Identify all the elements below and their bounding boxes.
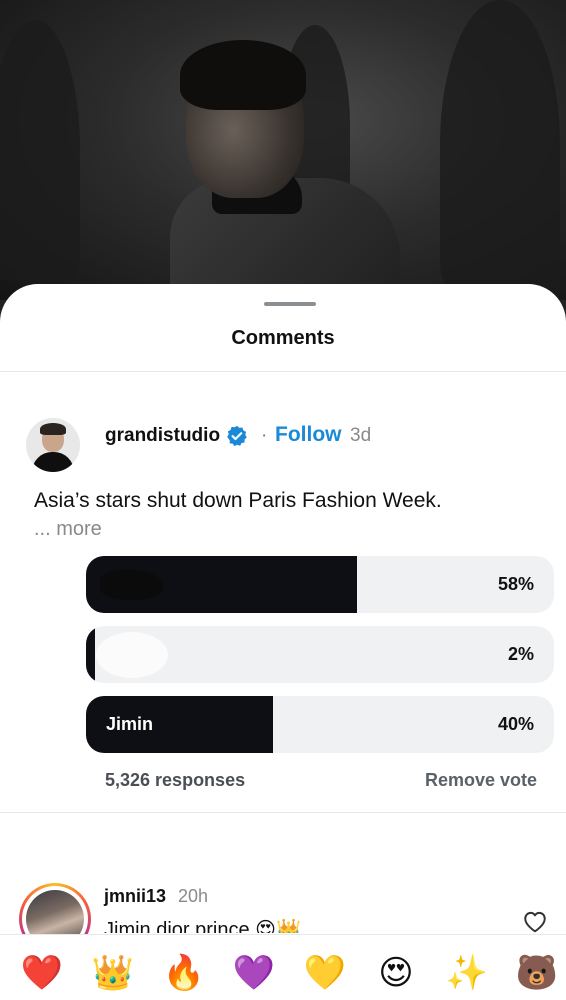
emoji-heart-eyes-button[interactable]: 😍	[374, 951, 418, 995]
post-divider	[0, 812, 566, 813]
poll-response-count: 5,326 responses	[105, 770, 246, 790]
emoji-red-heart-button[interactable]: ❤️	[20, 951, 64, 995]
poll-option-2[interactable]: 2%	[86, 626, 554, 683]
poll-option-1-percent: 58%	[497, 574, 534, 594]
quick-reaction-bar: ❤️ 👑 🔥 💜 💛 😍 ✨ 🐻	[0, 934, 566, 1000]
emoji-fire-button[interactable]: 🔥	[162, 951, 206, 995]
header-divider	[0, 371, 566, 372]
post-author-username[interactable]: grandistudio	[105, 425, 220, 447]
emoji-sparkles-button[interactable]: ✨	[445, 951, 489, 995]
poll-option-3-percent: 40%	[497, 714, 534, 734]
comment-author-username[interactable]: jmnii13	[104, 886, 166, 907]
poll-option-3[interactable]: Jimin 40%	[86, 696, 554, 753]
verified-badge-icon	[227, 425, 247, 447]
comment-text-container: Jimin dior prince 😍👑	[104, 917, 424, 933]
comments-sheet: Comments grandistudio · Follow 3d Asia’s…	[0, 284, 566, 1000]
emoji-bear-button[interactable]: 🐻	[515, 951, 559, 995]
poll-option-3-label: Jimin	[106, 714, 154, 734]
follow-button[interactable]: Follow	[275, 423, 342, 447]
avatar-shoulders	[32, 452, 74, 472]
separator-dot: ·	[261, 425, 268, 446]
comment-timestamp: 20h	[178, 886, 209, 906]
background-figure	[0, 20, 80, 280]
subject-hair	[180, 40, 306, 110]
post-timestamp: 3d	[350, 425, 372, 446]
emoji-crown-button[interactable]: 👑	[91, 951, 135, 995]
post-author-avatar[interactable]	[26, 418, 80, 472]
redaction-mark	[96, 632, 168, 678]
post-caption: Asia’s stars shut down Paris Fashion Wee…	[34, 489, 442, 512]
sheet-drag-handle[interactable]	[264, 302, 316, 306]
caption-more-link[interactable]: ... more	[34, 518, 102, 541]
poll-option-1[interactable]: 58%	[86, 556, 554, 613]
poll-option-2-percent: 2%	[507, 644, 534, 664]
redaction-mark	[100, 570, 164, 600]
emoji-yellow-heart-button[interactable]: 💛	[303, 951, 347, 995]
remove-vote-button[interactable]: Remove vote	[425, 770, 537, 791]
emoji-purple-heart-button[interactable]: 💜	[232, 951, 276, 995]
like-heart-icon[interactable]	[522, 909, 548, 933]
poll-option-2-fill	[86, 626, 96, 683]
background-photo	[0, 0, 566, 300]
sheet-title: Comments	[231, 327, 335, 349]
avatar-hair	[40, 423, 66, 435]
background-figure	[440, 0, 560, 290]
comment-text: Jimin dior prince 😍👑	[104, 919, 301, 933]
